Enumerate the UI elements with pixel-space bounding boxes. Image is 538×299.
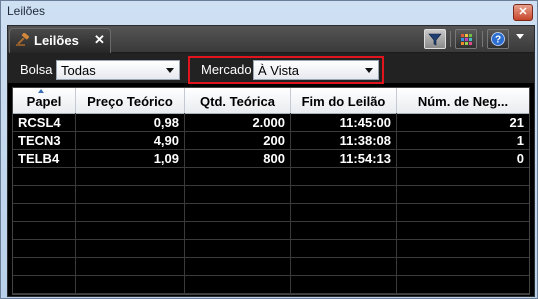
empty-row — [13, 276, 529, 294]
cell-num-negocios: 0 — [516, 151, 524, 166]
bolsa-value: Todas — [61, 63, 96, 78]
column-header-qtd-teorica[interactable]: Qtd. Teórica — [185, 88, 291, 113]
cell-qtd-teorica: 800 — [185, 150, 291, 168]
chevron-down-icon — [365, 68, 373, 73]
table-row[interactable]: TECN3 4,90 200 11:38:08 1 — [13, 132, 529, 150]
bolsa-label: Bolsa — [20, 62, 53, 77]
sort-ascending-icon — [38, 89, 44, 93]
auctions-table: Papel Preço Teórico Qtd. Teórica Fim do … — [12, 87, 530, 295]
app-window: Leilões ✕ Leilões ✕ ? Bolsa Todas Mercad… — [0, 0, 538, 299]
tab-close-icon[interactable]: ✕ — [94, 32, 105, 48]
empty-row — [13, 240, 529, 258]
toolbar-separator — [450, 31, 451, 47]
cell-preco-teorico: 0,98 — [76, 114, 185, 132]
filter-icon — [428, 33, 442, 46]
columns-button[interactable] — [455, 29, 477, 49]
empty-row — [13, 258, 529, 276]
empty-row — [13, 222, 529, 240]
chevron-down-icon — [166, 68, 174, 73]
empty-row — [13, 186, 529, 204]
svg-text:?: ? — [495, 35, 501, 46]
cell-num-negocios: 1 — [516, 133, 524, 148]
mercado-label: Mercado — [201, 62, 252, 77]
bolsa-select[interactable]: Todas — [56, 60, 180, 80]
cell-fim-do-leilao: 11:54:13 — [291, 150, 397, 168]
table-header: Papel Preço Teórico Qtd. Teórica Fim do … — [13, 88, 529, 114]
cell-qtd-teorica: 200 — [185, 132, 291, 150]
table-row[interactable]: TELB4 1,09 800 11:54:13 0 — [13, 150, 529, 168]
color-grid-icon — [461, 34, 472, 45]
window-titlebar[interactable]: Leilões ✕ — [1, 1, 537, 23]
cell-qtd-teorica: 2.000 — [185, 114, 291, 132]
cell-papel: RCSL4 — [13, 114, 76, 132]
cell-papel: TECN3 — [13, 132, 76, 150]
column-header-papel[interactable]: Papel — [13, 88, 76, 113]
tab-bar: Leilões ✕ ? — [8, 26, 534, 53]
empty-row — [13, 204, 529, 222]
tab-label: Leilões — [34, 33, 79, 48]
cell-fim-do-leilao: 11:45:00 — [291, 114, 397, 132]
empty-row — [13, 168, 529, 186]
mercado-value: À Vista — [258, 63, 299, 78]
gavel-icon — [16, 33, 30, 46]
cell-preco-teorico: 1,09 — [76, 150, 185, 168]
tab-leiloes[interactable]: Leilões ✕ — [9, 28, 111, 53]
auctions-panel: Leilões ✕ ? Bolsa Todas Mercado À Vista … — [7, 25, 535, 297]
toolbar-separator — [482, 31, 483, 47]
cell-preco-teorico: 4,90 — [76, 132, 185, 150]
mercado-select[interactable]: À Vista — [253, 60, 379, 80]
window-title: Leilões — [7, 4, 46, 18]
filter-button[interactable] — [424, 29, 446, 49]
toolbar-menu-chevron-down-icon[interactable] — [516, 34, 524, 39]
cell-num-negocios: 21 — [509, 115, 524, 130]
cell-fim-do-leilao: 11:38:08 — [291, 132, 397, 150]
cell-papel: TELB4 — [13, 150, 76, 168]
help-button[interactable]: ? — [487, 29, 509, 49]
help-icon: ? — [491, 32, 505, 46]
table-row[interactable]: RCSL4 0,98 2.000 11:45:00 21 — [13, 114, 529, 132]
filter-bar: Bolsa Todas Mercado À Vista — [8, 53, 534, 84]
column-header-num-negocios[interactable]: Núm. de Neg... — [397, 88, 529, 113]
column-header-fim-do-leilao[interactable]: Fim do Leilão — [291, 88, 397, 113]
column-header-preco-teorico[interactable]: Preço Teórico — [76, 88, 185, 113]
window-close-button[interactable]: ✕ — [513, 4, 533, 21]
